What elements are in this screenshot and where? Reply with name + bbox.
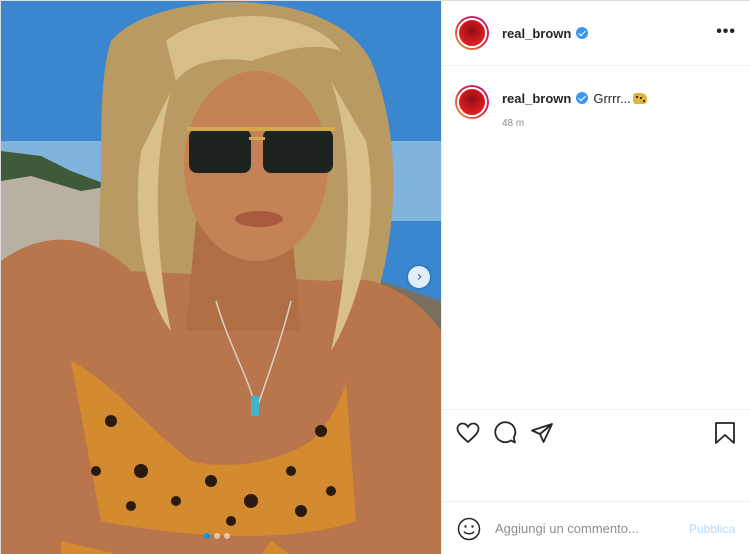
photo-illustration [1,1,441,554]
post-side-panel: real_brown ••• real_brown Grrrr... 48 m [441,1,750,554]
publish-button[interactable]: Pubblica [689,522,735,536]
paper-plane-icon[interactable] [530,421,554,445]
more-options-icon[interactable]: ••• [716,23,736,41]
bookmark-icon[interactable] [714,421,736,445]
post-media-photo[interactable]: › [1,1,441,554]
verified-badge-icon [576,92,589,104]
carousel-indicator [204,533,230,539]
caption-username-link[interactable]: real_brown [502,91,571,106]
avatar[interactable] [455,16,489,50]
post-timestamp[interactable]: 48 m [502,118,647,129]
username-link[interactable]: real_brown [502,26,571,41]
chevron-right-icon: › [416,269,423,285]
emoji-picker-icon[interactable] [457,517,481,541]
next-slide-button[interactable]: › [408,266,430,288]
comment-input[interactable] [495,521,665,536]
caption-text: Grrrr... [593,91,631,106]
leopard-emoji-icon [632,93,647,104]
verified-badge-icon [576,27,589,39]
comment-form: Pubblica [442,501,750,554]
carousel-dot [214,533,220,539]
post-header: real_brown ••• [442,1,750,66]
heart-icon[interactable] [456,421,480,445]
caption-avatar[interactable] [455,85,489,119]
post-caption: real_brown Grrrr... 48 m [455,85,745,129]
post-dialog: › real_brown ••• real_brown Grrrr... 48 m [0,0,750,554]
carousel-dot [224,533,230,539]
action-bar [442,409,750,457]
comment-icon[interactable] [493,421,517,445]
carousel-dot [204,533,210,539]
